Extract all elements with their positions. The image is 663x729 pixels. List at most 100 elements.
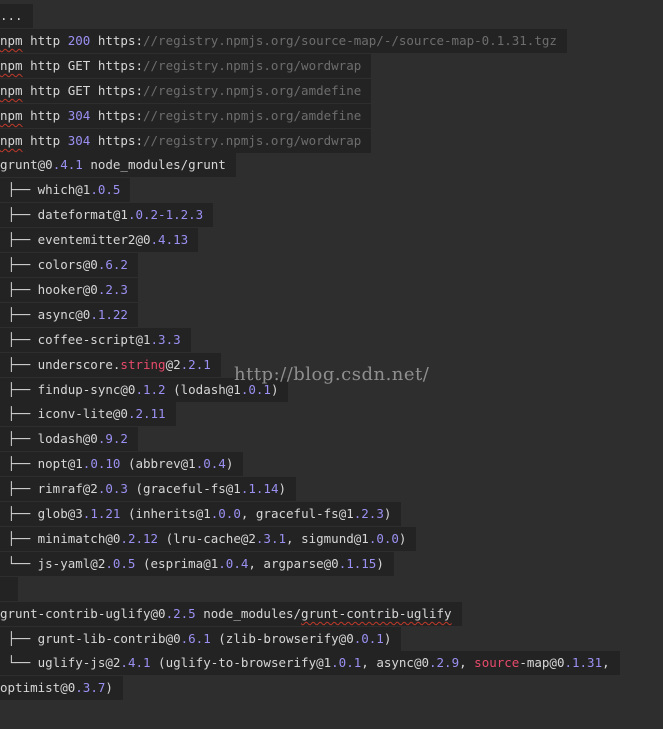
terminal-text-segment: .3.1 <box>255 531 287 546</box>
terminal-line: ├── dateformat@1.0.2-1.2.3 <box>0 203 214 227</box>
terminal-line: ├── lodash@0.9.2 <box>0 427 138 451</box>
terminal-text-segment: .0.5 <box>90 182 121 197</box>
terminal-text-segment: (abbrev@1 <box>120 456 196 471</box>
terminal-text-segment: (uglify-to-browserify@1 <box>150 655 332 670</box>
terminal-text-segment: , argparse@0 <box>248 556 339 571</box>
terminal-text-segment: .0.0 <box>368 531 399 546</box>
terminal-text-segment: .0.2-1.2.3 <box>127 207 204 222</box>
terminal-text-segment: 200 <box>67 33 91 48</box>
terminal-text-segment: node_modules/grunt <box>82 157 226 172</box>
terminal-text-segment: ) <box>383 631 392 646</box>
terminal-text-segment: .2.1 <box>180 357 211 372</box>
terminal-text-segment: http GET https: <box>22 83 143 98</box>
terminal-text-segment: npm <box>0 33 23 48</box>
terminal-text-segment: .1.15 <box>338 556 377 571</box>
terminal-text-segment: ├── findup-sync@0 <box>0 382 136 397</box>
terminal-text-segment: .4.1 <box>120 655 151 670</box>
terminal-text-segment: .0.1 <box>353 631 384 646</box>
terminal-text-segment: ) <box>278 481 287 496</box>
terminal-text-segment: .2.11 <box>127 406 166 421</box>
terminal-text-segment: .1.22 <box>90 307 128 322</box>
terminal-text-segment: ├── glob@3 <box>0 506 83 521</box>
terminal-text-segment: ├── lodash@0 <box>0 431 98 446</box>
terminal-line: ├── coffee-script@1.3.3 <box>0 328 191 352</box>
terminal-line: grunt@0.4.1 node_modules/grunt <box>0 153 236 177</box>
terminal-text-segment: //registry.npmjs.org/wordwrap <box>143 133 362 148</box>
terminal-text-segment: ... <box>0 8 23 23</box>
terminal-text-segment: ├── rimraf@2 <box>0 481 98 496</box>
terminal-text-segment: ├── hooker@0 <box>0 282 98 297</box>
terminal-text-segment: .1.21 <box>82 506 121 521</box>
terminal-text-segment: └── js-yaml@2 <box>0 556 106 571</box>
terminal-line: └── js-yaml@2.0.5 (esprima@1.0.4, argpar… <box>0 552 394 576</box>
terminal-text-segment: , <box>602 655 610 670</box>
terminal-text-segment: ├── iconv-lite@0 <box>0 406 128 421</box>
terminal-text-segment: .2.12 <box>120 531 159 546</box>
terminal-text-segment: .0.4 <box>218 556 249 571</box>
terminal-text-segment: http <box>22 133 68 148</box>
terminal-text-segment: @2 <box>165 357 181 372</box>
terminal-line: ├── eventemitter2@0.4.13 <box>0 228 199 252</box>
terminal-line: npm http GET https://registry.npmjs.org/… <box>0 79 372 103</box>
terminal-line: ├── async@0.1.22 <box>0 303 138 327</box>
terminal-text-segment: string <box>120 357 166 372</box>
watermark-text: http://blog.csdn.net/ <box>234 364 430 385</box>
terminal-text-segment: npm <box>0 133 23 148</box>
terminal-text-segment: (inherits@1 <box>120 506 211 521</box>
terminal-text-segment: -map@0 <box>519 655 565 670</box>
terminal-text-segment: .0.4 <box>195 456 226 471</box>
terminal-text-segment: ├── dateformat@1 <box>0 207 128 222</box>
terminal-text-segment: .0.1 <box>331 655 362 670</box>
terminal-line <box>0 577 18 601</box>
terminal-text-segment: ├── minimatch@0 <box>0 531 121 546</box>
terminal-text-segment: ├── coffee-script@1 <box>0 332 151 347</box>
terminal-text-segment: http <box>22 33 68 48</box>
terminal-text-segment: ├── underscore. <box>0 357 121 372</box>
terminal-text-segment: grunt@0 <box>0 157 53 172</box>
terminal-line: optimist@0.3.7) <box>0 676 123 700</box>
terminal-text-segment: ├── nopt@1 <box>0 456 83 471</box>
terminal-line: └── uglify-js@2.4.1 (uglify-to-browserif… <box>0 651 620 675</box>
terminal-text-segment: ) <box>376 556 384 571</box>
terminal-text-segment: ├── which@1 <box>0 182 91 197</box>
terminal-text-segment: (lru-cache@2 <box>158 531 256 546</box>
terminal-line: ├── glob@3.1.21 (inherits@1.0.0, gracefu… <box>0 502 402 526</box>
terminal-text-segment: .0.5 <box>105 556 136 571</box>
terminal-text-segment: .3.7 <box>75 680 106 695</box>
terminal-text-segment: npm <box>0 58 23 73</box>
terminal-text-segment: node_modules/ <box>195 606 302 621</box>
terminal-line: ├── grunt-lib-contrib@0.6.1 (zlib-browse… <box>0 627 402 651</box>
terminal-line: ├── rimraf@2.0.3 (graceful-fs@1.1.14) <box>0 477 297 501</box>
terminal-text-segment: (esprima@1 <box>135 556 219 571</box>
terminal-text-segment: .0.3 <box>97 481 128 496</box>
terminal-text-segment: https: <box>90 33 143 48</box>
terminal-text-segment: , <box>459 655 475 670</box>
terminal-text-segment: //registry.npmjs.org/wordwrap <box>143 58 362 73</box>
terminal-text-segment: ├── eventemitter2@0 <box>0 232 151 247</box>
terminal-text-segment: .0.10 <box>82 456 121 471</box>
terminal-line: ├── nopt@1.0.10 (abbrev@1.0.4) <box>0 452 244 476</box>
terminal-text-segment: ) <box>398 531 407 546</box>
terminal-text-segment: .2.3 <box>97 282 128 297</box>
terminal-text-segment: 304 <box>67 108 91 123</box>
terminal-text-segment: .4.13 <box>150 232 189 247</box>
terminal-text-segment: , graceful-fs@1 <box>240 506 354 521</box>
terminal-line: npm http 304 https://registry.npmjs.org/… <box>0 129 372 153</box>
terminal-text-segment: //registry.npmjs.org/amdefine <box>143 108 362 123</box>
terminal-text-segment: https: <box>90 108 143 123</box>
terminal-text-segment: ├── async@0 <box>0 307 91 322</box>
terminal-text-segment: http <box>22 108 68 123</box>
terminal-line: ├── minimatch@0.2.12 (lru-cache@2.3.1, s… <box>0 527 417 551</box>
terminal-text-segment: http GET https: <box>22 58 143 73</box>
terminal-line: ... <box>0 4 33 28</box>
terminal-text-segment: //registry.npmjs.org/source-map/-/source… <box>143 33 557 48</box>
terminal-line: ├── iconv-lite@0.2.11 <box>0 402 176 426</box>
terminal-line: ├── which@1.0.5 <box>0 178 131 202</box>
terminal-text-segment: grunt-contrib-uglify@0 <box>0 606 166 621</box>
terminal-text-segment: .9.2 <box>97 431 128 446</box>
terminal-text-segment: source <box>474 655 520 670</box>
terminal-text-segment: //registry.npmjs.org/amdefine <box>143 83 362 98</box>
terminal-text-segment: ) <box>225 456 234 471</box>
terminal-text-segment: , sigmund@1 <box>286 531 369 546</box>
terminal-text-segment: .4.1 <box>52 157 83 172</box>
